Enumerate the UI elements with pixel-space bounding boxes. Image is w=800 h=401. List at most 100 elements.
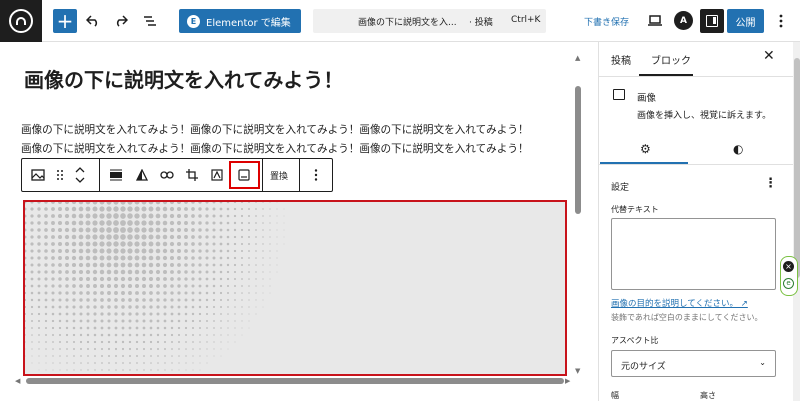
halftone-dot [44,298,48,302]
halftone-dot [25,263,27,267]
halftone-dot [178,362,180,364]
halftone-dot [220,334,222,336]
floating-extension-widget[interactable]: × e [780,256,798,296]
halftone-dot [155,248,161,254]
canvas-horizontal-scrollbar[interactable] [26,378,564,384]
settings-options-button[interactable]: ⋮ [764,176,777,191]
halftone-dot [72,319,76,323]
canvas-vertical-scrollbar[interactable] [575,56,581,374]
add-caption-button[interactable] [235,166,253,184]
halftone-dot [128,347,132,351]
halftone-dot [171,362,173,364]
astra-settings-button[interactable]: A [674,11,693,30]
halftone-dot [198,312,202,316]
halftone-dot [262,222,264,224]
crop-button[interactable] [183,166,201,184]
halftone-dot [149,298,153,302]
halftone-dot [37,235,41,239]
drag-handle[interactable] [51,166,69,184]
halftone-dot [85,269,91,275]
edit-with-elementor-button[interactable]: E Elementor で編集 [179,9,301,33]
settings-sidebar-toggle[interactable] [700,9,724,33]
halftone-dot [169,255,175,261]
block-inserter-button[interactable]: + [53,9,77,33]
halftone-dot [45,334,47,336]
settings-subtab[interactable]: ⚙ [640,142,651,156]
halftone-dot [262,264,264,266]
halftone-dot [176,234,182,240]
document-overview-button[interactable] [138,9,162,33]
close-sidebar-button[interactable]: ✕ [763,48,775,64]
scroll-down-arrow[interactable]: ▼ [575,367,580,375]
halftone-dot [71,220,77,226]
halftone-dot [199,362,201,364]
tab-post[interactable]: 投稿 [611,52,631,67]
text-overlay-button[interactable] [208,166,226,184]
halftone-dot [198,291,202,295]
preview-button[interactable] [643,9,667,33]
align-button[interactable] [107,166,125,184]
command-palette-bar[interactable]: 画像の下に説明文を入... · 投稿 Ctrl+K [313,9,546,33]
image-block[interactable] [23,200,567,376]
move-up-down-button[interactable] [71,166,89,184]
halftone-dot [212,235,216,239]
undo-button[interactable] [81,9,105,33]
halftone-dot [205,284,209,288]
close-icon[interactable]: × [783,261,794,272]
halftone-dot [163,277,167,281]
halftone-dot [198,207,202,211]
halftone-dot [156,340,160,344]
halftone-dot [191,298,195,302]
options-menu-button[interactable] [769,9,793,33]
redo-button[interactable] [109,9,133,33]
block-options-button[interactable] [307,166,325,184]
halftone-dot [79,312,83,316]
alt-text-help-link[interactable]: 画像の目的を説明してください。 ↗ [611,297,748,309]
halftone-dot [100,326,104,330]
halftone-dot [107,347,111,351]
publish-button[interactable]: 公開 [727,9,764,33]
more-vertical-icon [314,169,318,181]
halftone-dot [248,285,250,287]
styles-subtab[interactable]: ◐ [733,142,743,156]
aspect-ratio-select[interactable]: 元のサイズ ⌄ [611,350,776,377]
halftone-dot [262,306,264,308]
block-type-button[interactable] [29,166,47,184]
halftone-dot [134,234,140,240]
tab-block[interactable]: ブロック [651,52,691,67]
link-button[interactable] [158,166,176,184]
sidebar-scrollbar[interactable] [793,42,800,401]
halftone-dot [171,369,173,371]
site-logo-button[interactable] [0,0,42,42]
halftone-dot [184,312,188,316]
halftone-dot [156,326,160,330]
halftone-dot [212,214,216,218]
halftone-dot [185,369,187,371]
halftone-dot [169,202,175,205]
replace-button[interactable]: 置換 [270,169,288,182]
halftone-dot [78,202,84,205]
halftone-dot [141,276,147,282]
halftone-dot [64,248,70,254]
duotone-button[interactable] [133,166,151,184]
halftone-dot [155,227,161,233]
scroll-left-arrow[interactable]: ◀ [15,377,20,385]
halftone-dot [163,312,167,316]
post-title[interactable]: 画像の下に説明文を入れてみよう！ [24,64,343,93]
halftone-dot [149,333,153,337]
extension-icon[interactable]: e [783,278,794,289]
halftone-dot [65,291,69,295]
halftone-dot [127,283,133,289]
command-shortcut: Ctrl+K [511,15,541,25]
halftone-dot [192,369,194,371]
halftone-dot [276,222,278,224]
alt-text-field[interactable] [611,218,776,290]
save-draft-button[interactable]: 下書き保存 [584,15,629,28]
halftone-dot [213,334,215,336]
scroll-right-arrow[interactable]: ▶ [565,377,570,385]
halftone-dot [99,202,105,205]
halftone-dot [169,241,175,247]
paragraph-block[interactable]: 画像の下に説明文を入れてみよう！画像の下に説明文を入れてみよう！画像の下に説明文… [21,121,581,159]
halftone-dot [192,341,194,343]
halftone-dot [142,347,146,351]
